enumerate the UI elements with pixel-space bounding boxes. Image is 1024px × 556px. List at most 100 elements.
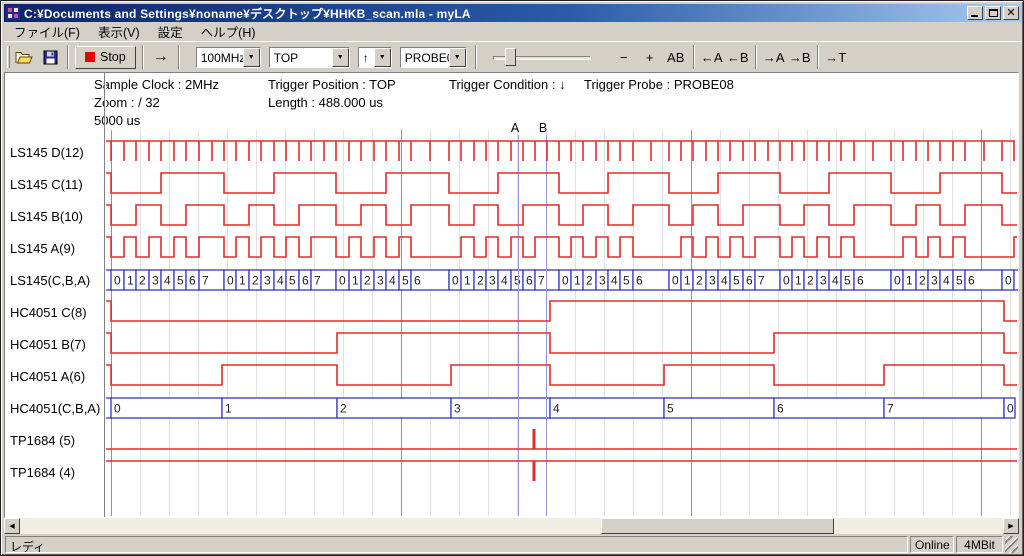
channel-label-10: TP1684 (4)	[10, 465, 75, 480]
goto-cursor-a-button[interactable]: ←A	[699, 45, 725, 69]
zoom-in-button[interactable]: +	[637, 45, 663, 69]
bus-value: 6	[777, 402, 784, 416]
goto-trigger-button[interactable]: →T	[823, 45, 849, 69]
goto-cursor-b-button[interactable]: ←B	[725, 45, 751, 69]
bus-value: 3	[599, 274, 606, 288]
trigger-edge-value: ↑	[359, 48, 374, 67]
sample-rate-combo[interactable]: 100MHz ▼	[196, 47, 261, 68]
bus-value: 4	[611, 274, 618, 288]
bus-value: 7	[538, 274, 545, 288]
maximize-button[interactable]	[985, 6, 1001, 20]
menu-item-2[interactable]: 設定	[149, 20, 192, 43]
cursor-a-label: A	[511, 121, 520, 135]
bus-value: 4	[277, 274, 284, 288]
zoom-out-button[interactable]: −	[611, 45, 637, 69]
sample-rate-value: 100MHz	[197, 48, 243, 67]
bus-value: 4	[721, 274, 728, 288]
pulse-mark	[533, 429, 536, 449]
bus-value: 5	[402, 274, 409, 288]
bus-value: 3	[489, 274, 496, 288]
toolbar-separator	[475, 45, 477, 69]
menu-bar: ファイル(F)表示(V)設定ヘルプ(H)	[4, 22, 1022, 41]
bus-value: 0	[452, 274, 459, 288]
run-button[interactable]: →	[148, 45, 174, 69]
dropdown-arrow-icon[interactable]: ▼	[374, 48, 391, 67]
bus-value: 5	[514, 274, 521, 288]
bus-value: 5	[733, 274, 740, 288]
bus-value: 3	[264, 274, 271, 288]
scrollbar-thumb[interactable]	[601, 518, 834, 534]
cursor-layer[interactable]: AB	[511, 121, 547, 516]
toolbar-separator	[178, 45, 180, 69]
close-button[interactable]: ✕	[1003, 6, 1019, 20]
minimize-button[interactable]	[967, 6, 983, 20]
channel-label-0: LS145 D(12)	[10, 145, 84, 160]
dropdown-arrow-icon[interactable]: ▼	[332, 48, 349, 67]
trigger-pos-value: TOP	[270, 48, 332, 67]
menu-item-3[interactable]: ヘルプ(H)	[192, 20, 265, 43]
menu-item-0[interactable]: ファイル(F)	[5, 20, 89, 43]
set-cursor-b-button[interactable]: →B	[787, 45, 813, 69]
bus-value: 1	[1017, 274, 1018, 288]
scroll-left-button[interactable]: ◀	[4, 518, 20, 534]
zoom-ab-button[interactable]: AB	[663, 45, 689, 69]
bus-value: 5	[667, 402, 674, 416]
bus-value: 6	[189, 274, 196, 288]
pulse-mark	[533, 461, 536, 481]
save-file-button[interactable]	[37, 45, 63, 69]
bus-value: 5	[956, 274, 963, 288]
bus-value: 1	[464, 274, 471, 288]
toolbar-gripper[interactable]	[7, 46, 10, 68]
zoom-slider-thumb[interactable]	[505, 48, 516, 66]
channel-label-3: LS145 A(9)	[10, 241, 75, 256]
status-online: Online	[910, 536, 954, 553]
bus-value: 0	[672, 274, 679, 288]
dropdown-arrow-icon[interactable]: ▼	[243, 48, 260, 67]
trigger-pos-combo[interactable]: TOP ▼	[269, 47, 350, 68]
bus-value: 5	[177, 274, 184, 288]
stop-label: Stop	[100, 50, 126, 64]
toolbar-separator	[817, 45, 819, 69]
bus-value: 0	[114, 402, 121, 416]
close-icon: ✕	[1004, 6, 1018, 19]
bus-value: 6	[526, 274, 533, 288]
bus-value: 1	[795, 274, 802, 288]
bus-value: 6	[746, 274, 753, 288]
bus-value: 4	[943, 274, 950, 288]
trigger-probe-combo[interactable]: PROBE00 ▼	[400, 47, 467, 68]
bus-value: 1	[225, 402, 232, 416]
bus-value: 3	[820, 274, 827, 288]
maximize-icon	[989, 9, 998, 17]
bus-value: 6	[636, 274, 643, 288]
toolbar-separator	[755, 45, 757, 69]
dropdown-arrow-icon[interactable]: ▼	[449, 48, 466, 67]
bus-value: 3	[709, 274, 716, 288]
bus-value: 6	[968, 274, 975, 288]
zoom-slider[interactable]	[491, 45, 593, 69]
trigger-edge-combo[interactable]: ↑ ▼	[358, 47, 392, 68]
horizontal-scrollbar[interactable]: ◀ ▶	[4, 518, 1019, 534]
resize-grip[interactable]	[1005, 536, 1018, 553]
bus-value: 4	[553, 402, 560, 416]
scroll-right-button[interactable]: ▶	[1003, 518, 1019, 534]
app-window: C:¥Documents and Settings¥noname¥デスクトップ¥…	[0, 0, 1024, 556]
open-file-button[interactable]	[11, 45, 37, 69]
bus-value: 1	[574, 274, 581, 288]
bus-value: 1	[127, 274, 134, 288]
set-cursor-a-button[interactable]: →A	[761, 45, 787, 69]
bus-value: 2	[477, 274, 484, 288]
bus-value: 2	[139, 274, 146, 288]
bus-value: 4	[832, 274, 839, 288]
app-icon	[6, 6, 20, 20]
floppy-disk-icon	[43, 50, 58, 65]
channel-label-1: LS145 C(11)	[10, 177, 83, 192]
bus-value: 3	[152, 274, 159, 288]
stop-button[interactable]: Stop	[75, 46, 136, 69]
grid-layer: LS145 D(12)LS145 C(11)LS145 B(10)LS145 A…	[10, 73, 1011, 517]
bus-value: 7	[314, 274, 321, 288]
status-ready: レディ	[5, 536, 908, 553]
bus-value: 5	[844, 274, 851, 288]
waveform-plot: LS145 D(12)LS145 C(11)LS145 B(10)LS145 A…	[5, 73, 1018, 517]
menu-item-1[interactable]: 表示(V)	[89, 20, 149, 43]
bus-value: 7	[887, 402, 894, 416]
